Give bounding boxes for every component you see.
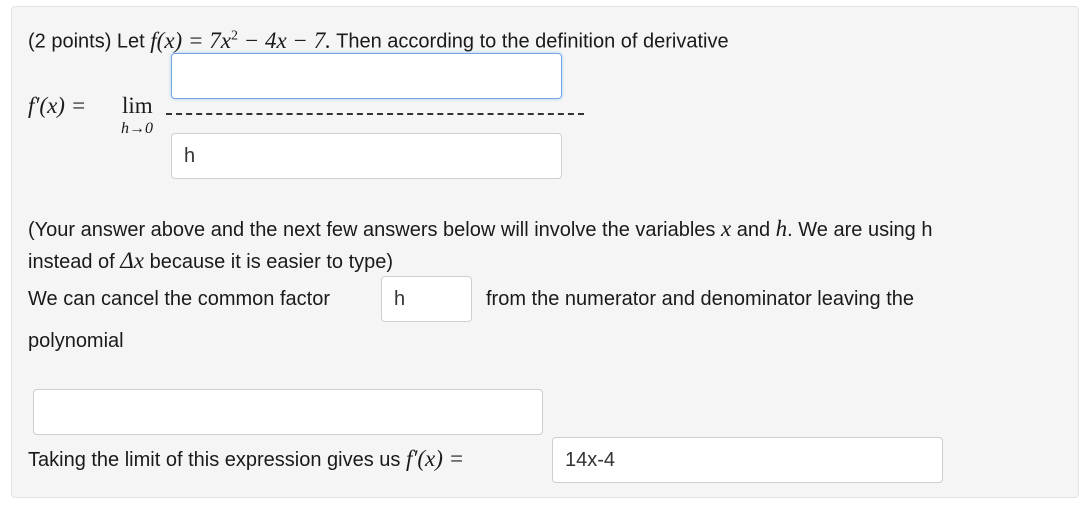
lim-label: lim (122, 93, 153, 118)
exponent: 2 (230, 28, 238, 43)
cancel-before-text: We can cancel the common factor (28, 288, 330, 310)
polynomial-input[interactable] (33, 389, 543, 435)
points-label: (2 points) Let (28, 30, 145, 53)
delta-x: Δx (120, 248, 145, 273)
fraction-bar (166, 113, 584, 115)
problem-statement: (2 points) Let f(x) = 7x2 − 4x − 7. Then… (28, 24, 729, 54)
numerator-input[interactable] (171, 53, 562, 99)
note-text-d: because it is easier to type) (144, 251, 394, 273)
cancel-after-text: from the numerator and denominator leavi… (486, 288, 915, 310)
function-lhs: f(x) = 7x (150, 27, 231, 53)
note-text-b: . We are using h (787, 219, 933, 241)
denominator-input[interactable] (171, 133, 562, 179)
polynomial-label: polynomial (28, 330, 124, 352)
note-line-2: instead of Δx because it is easier to ty… (28, 249, 393, 274)
final-label: Taking the limit of this expression give… (28, 449, 401, 471)
note-text-c: instead of (28, 251, 121, 273)
lim-subscript: h→0 (121, 120, 153, 137)
function-definition: f(x) = 7x2 − 4x − 7. (150, 28, 331, 53)
note-line-1: (Your answer above and the next few answ… (28, 217, 932, 242)
header-continuation: Then according to the definition of deri… (330, 30, 729, 53)
function-rest: − 4x − 7. (237, 27, 331, 53)
final-fprime: f′(x) = (405, 446, 465, 471)
final-derivative-input[interactable] (552, 437, 943, 483)
var-h: h (775, 216, 788, 241)
var-x: x (720, 216, 732, 241)
note-text-a: (Your answer above and the next few answ… (28, 219, 721, 241)
final-text: Taking the limit of this expression give… (28, 447, 464, 472)
fprime-label: f′(x) = (28, 93, 87, 118)
note-and: and (731, 219, 776, 241)
common-factor-input[interactable] (381, 276, 472, 322)
